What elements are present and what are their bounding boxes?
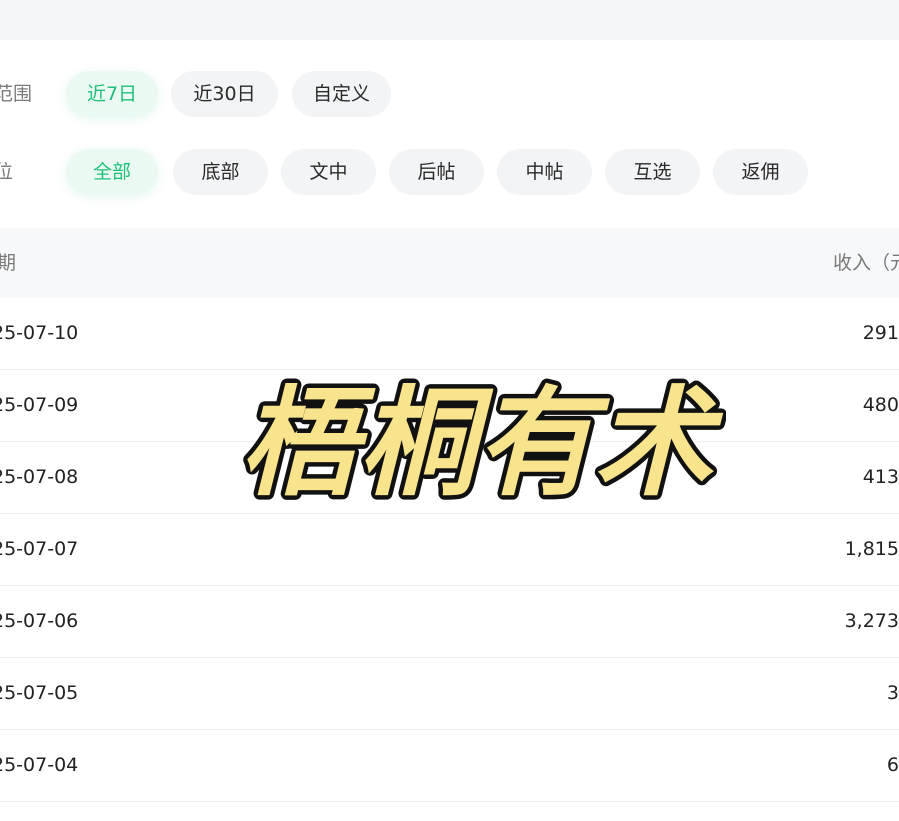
row-date: 25-07-04 bbox=[0, 754, 79, 776]
table-row: 25-07-08 413. bbox=[0, 442, 899, 514]
top-bar bbox=[0, 0, 899, 40]
ad-position-label: 位 bbox=[0, 161, 14, 183]
table-header: 期 收入（元 bbox=[0, 228, 899, 298]
position-option-in-article[interactable]: 文中 bbox=[281, 149, 376, 195]
range-option-7days[interactable]: 近7日 bbox=[66, 71, 158, 117]
row-date: 25-07-08 bbox=[0, 466, 79, 488]
table-row: 25-07-07 1,815. bbox=[0, 514, 899, 586]
position-option-bottom[interactable]: 底部 bbox=[173, 149, 268, 195]
position-option-after-post[interactable]: 后帖 bbox=[389, 149, 484, 195]
table-row: 25-07-06 3,273. bbox=[0, 586, 899, 658]
row-income: 291. bbox=[862, 322, 899, 344]
position-option-all[interactable]: 全部 bbox=[66, 149, 158, 195]
row-date: 25-07-05 bbox=[0, 682, 79, 704]
range-option-custom[interactable]: 自定义 bbox=[292, 71, 391, 117]
position-option-mid-post[interactable]: 中帖 bbox=[497, 149, 592, 195]
table-row: 25-07-05 3. bbox=[0, 658, 899, 730]
table-row: 25-07-10 291. bbox=[0, 298, 899, 370]
income-table-body: 25-07-10 291. 25-07-09 480. 25-07-08 413… bbox=[0, 298, 899, 802]
row-income: 413. bbox=[862, 466, 899, 488]
row-date: 25-07-09 bbox=[0, 394, 79, 416]
range-option-30days[interactable]: 近30日 bbox=[171, 71, 278, 117]
date-range-label: 范围 bbox=[0, 83, 33, 105]
row-income: 6. bbox=[886, 754, 899, 776]
date-range-filter: 范围 近7日 近30日 自定义 bbox=[0, 71, 899, 117]
ad-position-filter: 位 全部 底部 文中 后帖 中帖 互选 返佣 bbox=[0, 149, 899, 195]
column-header-date[interactable]: 期 bbox=[0, 228, 16, 298]
column-header-income[interactable]: 收入（元 bbox=[833, 228, 899, 298]
row-date: 25-07-06 bbox=[0, 610, 79, 632]
table-row: 25-07-09 480. bbox=[0, 370, 899, 442]
position-option-mutual-select[interactable]: 互选 bbox=[605, 149, 700, 195]
row-date: 25-07-10 bbox=[0, 322, 79, 344]
row-income: 3. bbox=[886, 682, 899, 704]
table-row: 25-07-04 6. bbox=[0, 730, 899, 802]
row-income: 480. bbox=[862, 394, 899, 416]
row-income: 3,273. bbox=[844, 610, 899, 632]
row-date: 25-07-07 bbox=[0, 538, 79, 560]
row-income: 1,815. bbox=[844, 538, 899, 560]
position-option-rebate[interactable]: 返佣 bbox=[713, 149, 808, 195]
